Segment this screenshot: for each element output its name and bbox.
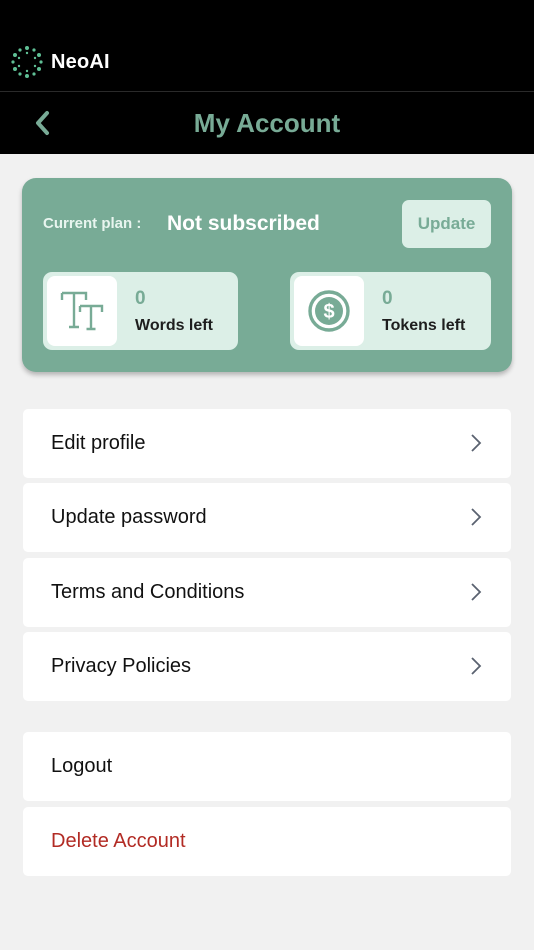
terms-conditions-item[interactable]: Terms and Conditions <box>23 558 511 627</box>
edit-profile-label: Edit profile <box>51 432 146 454</box>
words-icon-box <box>47 276 117 346</box>
dollar-coin-icon: $ <box>308 290 350 332</box>
text-size-icon <box>60 291 104 331</box>
account-screen: NeoAI My Account Current plan : Not subs… <box>0 0 534 950</box>
privacy-policies-label: Privacy Policies <box>51 655 192 677</box>
chevron-right-icon <box>471 434 482 452</box>
update-plan-button[interactable]: Update <box>402 200 491 248</box>
tokens-left-count: 0 <box>382 288 393 309</box>
tokens-left-label: Tokens left <box>382 317 466 334</box>
words-left-label: Words left <box>135 317 213 334</box>
delete-account-item[interactable]: Delete Account <box>23 807 511 876</box>
plan-card: Current plan : Not subscribed Update 0 W… <box>22 178 512 372</box>
edit-profile-item[interactable]: Edit profile <box>23 409 511 478</box>
brand-name: NeoAI <box>51 51 110 73</box>
title-bar: My Account <box>0 92 534 154</box>
words-left-stat: 0 Words left <box>43 272 238 350</box>
svg-text:$: $ <box>323 301 334 323</box>
tokens-icon-box: $ <box>294 276 364 346</box>
chevron-right-icon <box>471 583 482 601</box>
update-password-label: Update password <box>51 506 207 528</box>
neoai-logo-icon <box>11 46 43 78</box>
page-title: My Account <box>193 108 341 138</box>
delete-account-label: Delete Account <box>51 830 186 852</box>
words-left-count: 0 <box>135 288 146 309</box>
chevron-right-icon <box>471 657 482 675</box>
tokens-left-stat: $ 0 Tokens left <box>290 272 491 350</box>
current-plan-value: Not subscribed <box>167 212 320 235</box>
update-password-item[interactable]: Update password <box>23 483 511 552</box>
privacy-policies-item[interactable]: Privacy Policies <box>23 632 511 701</box>
current-plan-label: Current plan : <box>43 215 142 232</box>
logout-label: Logout <box>51 755 113 777</box>
terms-conditions-label: Terms and Conditions <box>51 581 245 603</box>
chevron-right-icon <box>471 508 482 526</box>
logout-item[interactable]: Logout <box>23 732 511 801</box>
brand-bar: NeoAI <box>0 0 534 91</box>
